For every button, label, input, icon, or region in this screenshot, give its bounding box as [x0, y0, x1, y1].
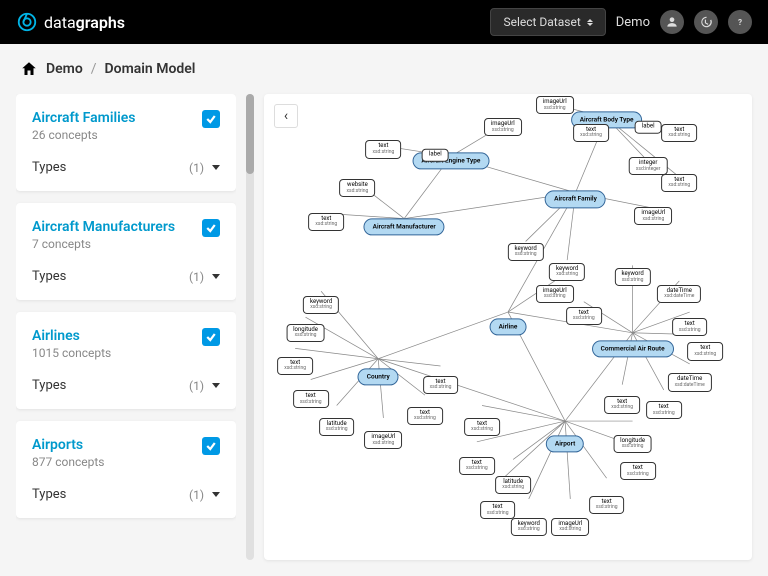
sort-icon [587, 19, 593, 26]
entity-node[interactable]: Airline [490, 318, 527, 335]
dataset-subtitle: 1015 concepts [32, 346, 111, 360]
attribute-node[interactable]: label [635, 121, 662, 134]
attribute-node[interactable]: textxsd:string [661, 174, 697, 192]
attribute-node[interactable]: textxsd:string [589, 495, 625, 513]
entity-node[interactable]: Airport [546, 435, 584, 452]
attribute-node[interactable]: keywordxsd:string [511, 518, 547, 536]
dataset-title[interactable]: Airports [32, 437, 104, 453]
logo-icon [16, 11, 38, 33]
app-header: datagraphs Select Dataset Demo ? [0, 0, 768, 44]
dataset-subtitle: 26 concepts [32, 128, 135, 142]
attribute-node[interactable]: keywordxsd:string [508, 243, 544, 261]
types-label: Types [32, 160, 66, 175]
attribute-node[interactable]: textxsd:string [566, 307, 602, 325]
header-right: Select Dataset Demo ? [490, 8, 752, 36]
types-label: Types [32, 487, 66, 502]
attribute-node[interactable]: textxsd:string [573, 124, 609, 142]
types-count: (1) [189, 270, 204, 284]
attribute-node[interactable]: dateTimexsd:dateTime [668, 373, 712, 391]
attribute-node[interactable]: textxsd:string [308, 213, 344, 231]
sidebar-scrollbar[interactable] [246, 94, 254, 560]
attribute-node[interactable]: textxsd:string [464, 418, 500, 436]
attribute-node[interactable]: textxsd:string [407, 407, 443, 425]
breadcrumb: Demo / Domain Model [0, 44, 768, 94]
dataset-subtitle: 877 concepts [32, 455, 104, 469]
attribute-node[interactable]: imageUrlxsd:string [536, 96, 574, 114]
dataset-card: Aircraft Families 26 concepts Types (1) [16, 94, 236, 191]
brand-logo[interactable]: datagraphs [16, 11, 125, 33]
attribute-node[interactable]: imageUrlxsd:string [484, 118, 522, 136]
attribute-node[interactable]: textxsd:string [277, 357, 313, 375]
attribute-node[interactable]: textxsd:string [661, 124, 697, 142]
entity-node[interactable]: Aircraft Manufacturer [364, 219, 445, 236]
collapse-sidebar-button[interactable]: ‹ [274, 104, 298, 128]
chevron-down-icon[interactable] [212, 492, 220, 497]
types-count: (1) [189, 488, 204, 502]
dataset-card: Airports 877 concepts Types (1) [16, 421, 236, 518]
attribute-node[interactable]: textxsd:string [687, 342, 723, 360]
dataset-checkbox[interactable] [202, 437, 220, 455]
attribute-node[interactable]: textxsd:string [365, 140, 401, 158]
attribute-node[interactable]: keywordxsd:string [303, 296, 339, 314]
attribute-node[interactable]: textxsd:string [672, 318, 708, 336]
brand-text: datagraphs [44, 13, 125, 32]
attribute-node[interactable]: imageUrlxsd:string [536, 285, 574, 303]
attribute-node[interactable]: imageUrlxsd:string [634, 207, 672, 225]
entity-node[interactable]: Aircraft Family [545, 191, 606, 208]
svg-text:?: ? [738, 17, 742, 27]
dataset-subtitle: 7 concepts [32, 237, 175, 251]
graph-nodes: Aircraft Engine TypeAircraft Body TypeAi… [264, 94, 752, 560]
attribute-node[interactable]: textxsd:string [423, 376, 459, 394]
dataset-checkbox[interactable] [202, 328, 220, 346]
sidebar: Aircraft Families 26 concepts Types (1) … [16, 94, 236, 560]
breadcrumb-root[interactable]: Demo [46, 61, 83, 77]
chevron-down-icon[interactable] [212, 165, 220, 170]
chevron-down-icon[interactable] [212, 383, 220, 388]
attribute-node[interactable]: dateTimexsd:dateTime [657, 285, 701, 303]
attribute-node[interactable]: longitudexsd:string [286, 324, 325, 342]
types-label: Types [32, 269, 66, 284]
graph-canvas[interactable]: ‹ Aircraft Engine TypeAircraft Body Type… [264, 94, 752, 560]
attribute-node[interactable]: textxsd:string [459, 457, 495, 475]
attribute-node[interactable]: textxsd:string [604, 396, 640, 414]
attribute-node[interactable]: keywordxsd:string [549, 262, 585, 280]
attribute-node[interactable]: textxsd:string [293, 390, 329, 408]
dataset-card: Airlines 1015 concepts Types (1) [16, 312, 236, 409]
user-label: Demo [616, 15, 650, 30]
main-area: Aircraft Families 26 concepts Types (1) … [0, 94, 768, 576]
chevron-down-icon[interactable] [212, 274, 220, 279]
attribute-node[interactable]: label [422, 149, 449, 162]
dataset-title[interactable]: Aircraft Families [32, 110, 135, 126]
entity-node[interactable]: Country [358, 368, 399, 385]
attribute-node[interactable]: websitexsd:string [340, 179, 376, 197]
select-dataset-button[interactable]: Select Dataset [490, 8, 605, 36]
breadcrumb-separator: / [91, 61, 97, 77]
attribute-node[interactable]: imageUrlxsd:string [551, 518, 589, 536]
attribute-node[interactable]: textxsd:string [480, 501, 516, 519]
attribute-node[interactable]: imageUrlxsd:string [364, 431, 402, 449]
types-count: (1) [189, 379, 204, 393]
dataset-checkbox[interactable] [202, 219, 220, 237]
breadcrumb-current: Domain Model [105, 61, 196, 77]
entity-node[interactable]: Commercial Air Route [592, 341, 674, 358]
home-icon[interactable] [20, 60, 38, 78]
attribute-node[interactable]: latitudexsd:string [495, 476, 531, 494]
attribute-node[interactable]: keywordxsd:string [614, 268, 650, 286]
user-icon[interactable] [660, 10, 684, 34]
attribute-node[interactable]: latitudexsd:string [319, 418, 355, 436]
help-icon[interactable]: ? [728, 10, 752, 34]
attribute-node[interactable]: integerxsd:integer [629, 157, 668, 175]
dataset-checkbox[interactable] [202, 110, 220, 128]
history-icon[interactable] [694, 10, 718, 34]
types-count: (1) [189, 161, 204, 175]
attribute-node[interactable]: textxsd:string [646, 401, 682, 419]
dataset-title[interactable]: Airlines [32, 328, 111, 344]
attribute-node[interactable]: textxsd:string [620, 462, 656, 480]
types-label: Types [32, 378, 66, 393]
dataset-title[interactable]: Aircraft Manufacturers [32, 219, 175, 235]
dataset-card: Aircraft Manufacturers 7 concepts Types … [16, 203, 236, 300]
attribute-node[interactable]: longitudexsd:string [613, 434, 652, 452]
